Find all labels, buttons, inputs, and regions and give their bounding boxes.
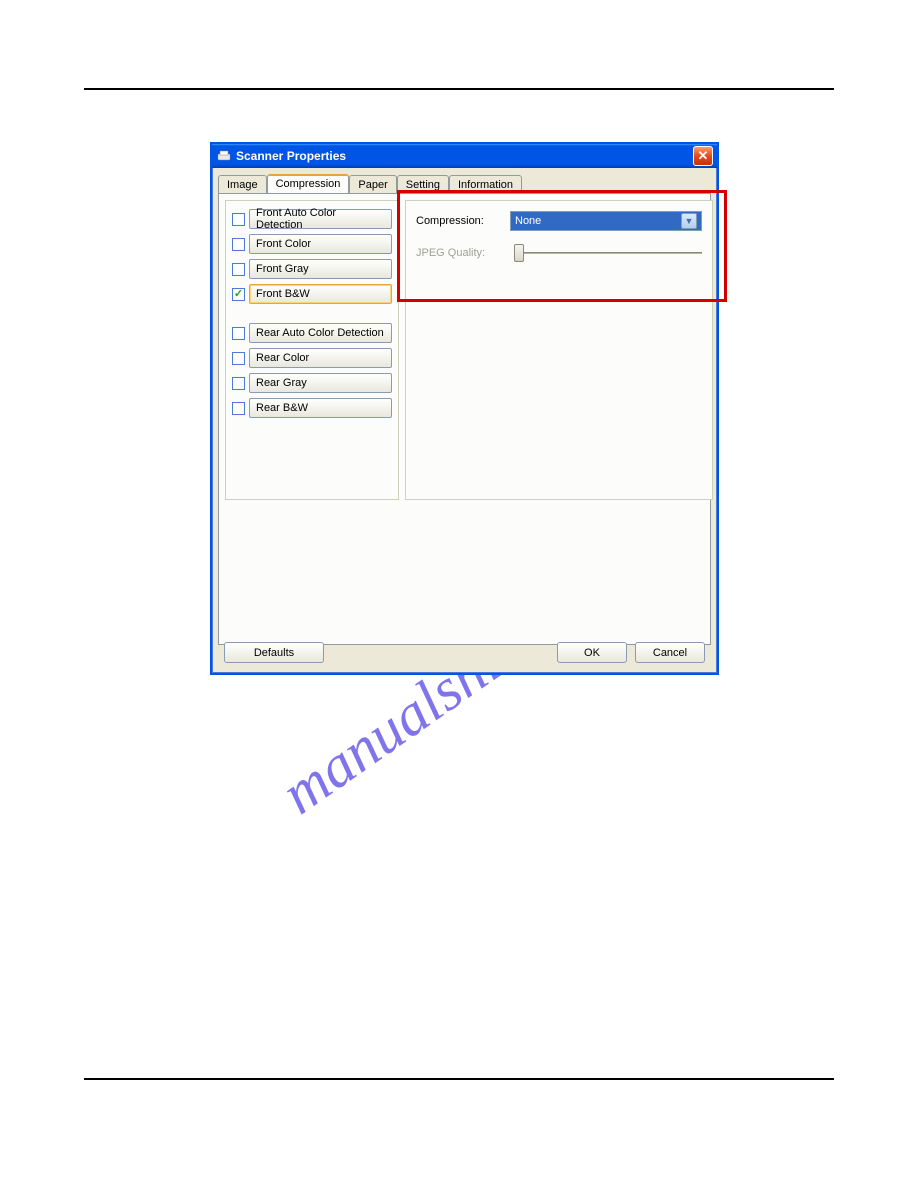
jpeg-quality-label: JPEG Quality: — [416, 247, 502, 259]
button-front-color[interactable]: Front Color — [249, 234, 392, 254]
side-options-group: Front Auto Color Detection Front Color F… — [225, 200, 399, 500]
tab-image[interactable]: Image — [218, 175, 267, 194]
tab-compression[interactable]: Compression — [267, 174, 350, 193]
tab-setting[interactable]: Setting — [397, 175, 449, 194]
close-button[interactable]: ✕ — [693, 146, 713, 166]
slider-track — [520, 252, 702, 254]
tab-information[interactable]: Information — [449, 175, 522, 194]
button-rear-auto-color[interactable]: Rear Auto Color Detection — [249, 323, 392, 343]
checkbox-front-color[interactable] — [232, 238, 245, 251]
close-icon: ✕ — [698, 148, 709, 164]
scanner-icon — [216, 148, 232, 164]
cancel-button[interactable]: Cancel — [635, 642, 705, 663]
checkbox-rear-auto-color[interactable] — [232, 327, 245, 340]
compression-row: Compression: None ▼ — [416, 211, 702, 231]
defaults-button[interactable]: Defaults — [224, 642, 324, 663]
option-front-auto-color: Front Auto Color Detection — [232, 209, 392, 229]
ok-button[interactable]: OK — [557, 642, 627, 663]
compression-label: Compression: — [416, 215, 502, 227]
button-front-bw[interactable]: Front B&W — [249, 284, 392, 304]
checkbox-front-bw[interactable] — [232, 288, 245, 301]
checkbox-rear-gray[interactable] — [232, 377, 245, 390]
dialog-title: Scanner Properties — [236, 149, 693, 163]
dialog-button-row: Defaults OK Cancel — [224, 642, 705, 663]
option-front-bw: Front B&W — [232, 284, 392, 304]
option-rear-bw: Rear B&W — [232, 398, 392, 418]
titlebar[interactable]: Scanner Properties ✕ — [212, 144, 717, 168]
option-front-color: Front Color — [232, 234, 392, 254]
compression-value: None — [515, 215, 681, 227]
page-bottom-rule — [84, 1078, 834, 1080]
button-front-gray[interactable]: Front Gray — [249, 259, 392, 279]
compression-dropdown[interactable]: None ▼ — [510, 211, 702, 231]
jpeg-quality-row: JPEG Quality: — [416, 243, 702, 263]
tab-paper[interactable]: Paper — [349, 175, 396, 194]
button-front-auto-color[interactable]: Front Auto Color Detection — [249, 209, 392, 229]
checkbox-rear-color[interactable] — [232, 352, 245, 365]
checkbox-front-auto-color[interactable] — [232, 213, 245, 226]
page-top-rule — [84, 88, 834, 90]
jpeg-quality-slider[interactable] — [510, 243, 702, 263]
option-rear-auto-color: Rear Auto Color Detection — [232, 323, 392, 343]
compression-settings-pane: Compression: None ▼ JPEG Quality: — [405, 200, 713, 500]
tab-panel-compression: Front Auto Color Detection Front Color F… — [218, 193, 711, 645]
option-rear-color: Rear Color — [232, 348, 392, 368]
tabstrip: Image Compression Paper Setting Informat… — [212, 168, 717, 193]
slider-thumb[interactable] — [514, 244, 524, 262]
button-rear-gray[interactable]: Rear Gray — [249, 373, 392, 393]
option-front-gray: Front Gray — [232, 259, 392, 279]
checkbox-rear-bw[interactable] — [232, 402, 245, 415]
scanner-properties-dialog: Scanner Properties ✕ Image Compression P… — [210, 142, 719, 675]
option-rear-gray: Rear Gray — [232, 373, 392, 393]
checkbox-front-gray[interactable] — [232, 263, 245, 276]
chevron-down-icon: ▼ — [681, 213, 697, 229]
button-rear-color[interactable]: Rear Color — [249, 348, 392, 368]
button-rear-bw[interactable]: Rear B&W — [249, 398, 392, 418]
